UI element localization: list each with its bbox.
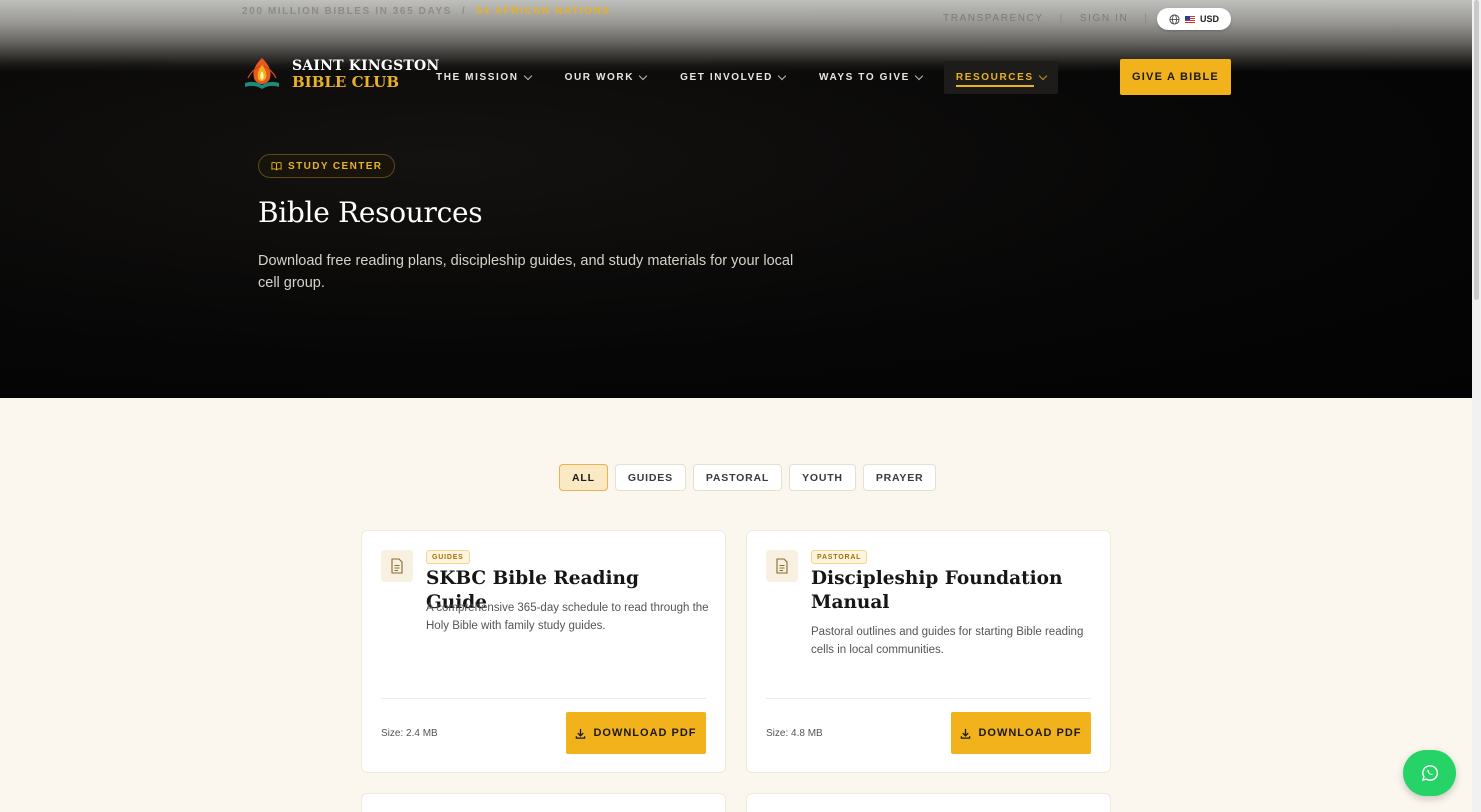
file-size: Size: 4.8 MB [766,728,823,739]
download-pdf-button[interactable]: DOWNLOAD PDF [951,712,1091,754]
card-icon-box [381,550,413,582]
nav-label: WAYS TO GIVE [819,72,910,83]
file-size: Size: 2.4 MB [381,728,438,739]
download-label: DOWNLOAD PDF [593,727,697,739]
chevron-down-icon [638,71,648,81]
nav-label: THE MISSION [436,72,519,83]
filter-pastoral[interactable]: PASTORAL [692,464,783,491]
brand-line-1: SAINT KINGSTON [292,58,440,74]
main-nav: THE MISSION OUR WORK GET INVOLVED WAYS T… [424,61,1068,94]
whatsapp-icon [1421,765,1438,782]
resource-card: GUIDES SKBC Bible Reading Guide A compre… [361,530,726,773]
brand-line-2: BIBLE CLUB [292,73,399,91]
chevron-down-icon [777,71,787,81]
resource-card-partial [746,793,1111,812]
announcement-highlight: 54 AFRICAN NATIONS [476,6,611,17]
download-label: DOWNLOAD PDF [978,727,1082,739]
announcement-separator: / [461,6,467,17]
nav-item-the-mission[interactable]: THE MISSION [424,61,543,94]
page-subtitle: Download free reading plans, discipleshi… [258,253,794,291]
currency-selector[interactable]: USD [1157,8,1231,30]
resource-description: A comprehensive 365-day schedule to read… [426,602,709,632]
chevron-down-icon [1038,71,1047,81]
card-divider [381,698,706,699]
page-title: Bible Resources [258,196,483,229]
scrollbar-thumb[interactable] [1474,0,1479,300]
card-divider [766,698,1091,699]
give-a-bible-button[interactable]: GIVE A BIBLE [1120,59,1231,95]
resource-card: PASTORAL Discipleship Foundation Manual … [746,530,1111,773]
document-icon [776,558,788,574]
currency-label: USD [1199,14,1219,24]
announcement-muted: 200 MILLION BIBLES IN 365 DAYS [242,6,452,17]
nav-label: RESOURCES [955,72,1034,87]
transparency-link[interactable]: TRANSPARENCY [943,13,1044,24]
site-logo[interactable]: SAINT KINGSTON BIBLE CLUB [242,56,439,92]
nav-item-ways-to-give[interactable]: WAYS TO GIVE [807,61,934,94]
document-icon [391,558,403,574]
whatsapp-chat-button[interactable] [1403,750,1456,796]
announcement-bar: 200 MILLION BIBLES IN 365 DAYS / 54 AFRI… [242,6,611,17]
globe-icon [1169,13,1180,25]
sign-in-link[interactable]: SIGN IN [1080,13,1128,24]
filter-youth[interactable]: YOUTH [789,464,856,491]
filter-guides[interactable]: GUIDES [614,464,686,491]
chevron-down-icon [523,71,532,81]
badge-label: STUDY CENTER [288,160,383,172]
nav-item-our-work[interactable]: OUR WORK [553,61,658,94]
resource-title: Discipleship Foundation Manual [811,568,1063,613]
nav-item-resources[interactable]: RESOURCES [943,61,1058,94]
category-tag: PASTORAL [811,550,868,564]
category-filters: ALL GUIDES PASTORAL YOUTH PRAYER [559,464,937,491]
resource-card-partial [361,793,726,812]
divider: | [1144,13,1149,24]
nav-item-get-involved[interactable]: GET INVOLVED [668,61,797,94]
filter-all[interactable]: ALL [559,464,608,491]
download-pdf-button[interactable]: DOWNLOAD PDF [566,712,706,754]
chevron-down-icon [914,71,924,81]
category-tag: GUIDES [426,550,470,564]
divider: | [1059,13,1064,24]
filter-prayer[interactable]: PRAYER [862,464,937,491]
flame-bible-logo-icon [245,58,279,89]
nav-label: GET INVOLVED [680,72,773,83]
download-icon [961,728,971,739]
us-flag-icon [1184,15,1195,23]
page-scrollbar[interactable] [1472,0,1481,812]
open-book-icon [271,161,282,171]
nav-label: OUR WORK [564,72,635,83]
download-icon [576,728,586,739]
study-center-badge: STUDY CENTER [258,154,396,178]
utility-links: TRANSPARENCY | SIGN IN | [943,13,1149,24]
card-icon-box [766,550,798,582]
resource-description: Pastoral outlines and guides for startin… [811,626,1084,656]
